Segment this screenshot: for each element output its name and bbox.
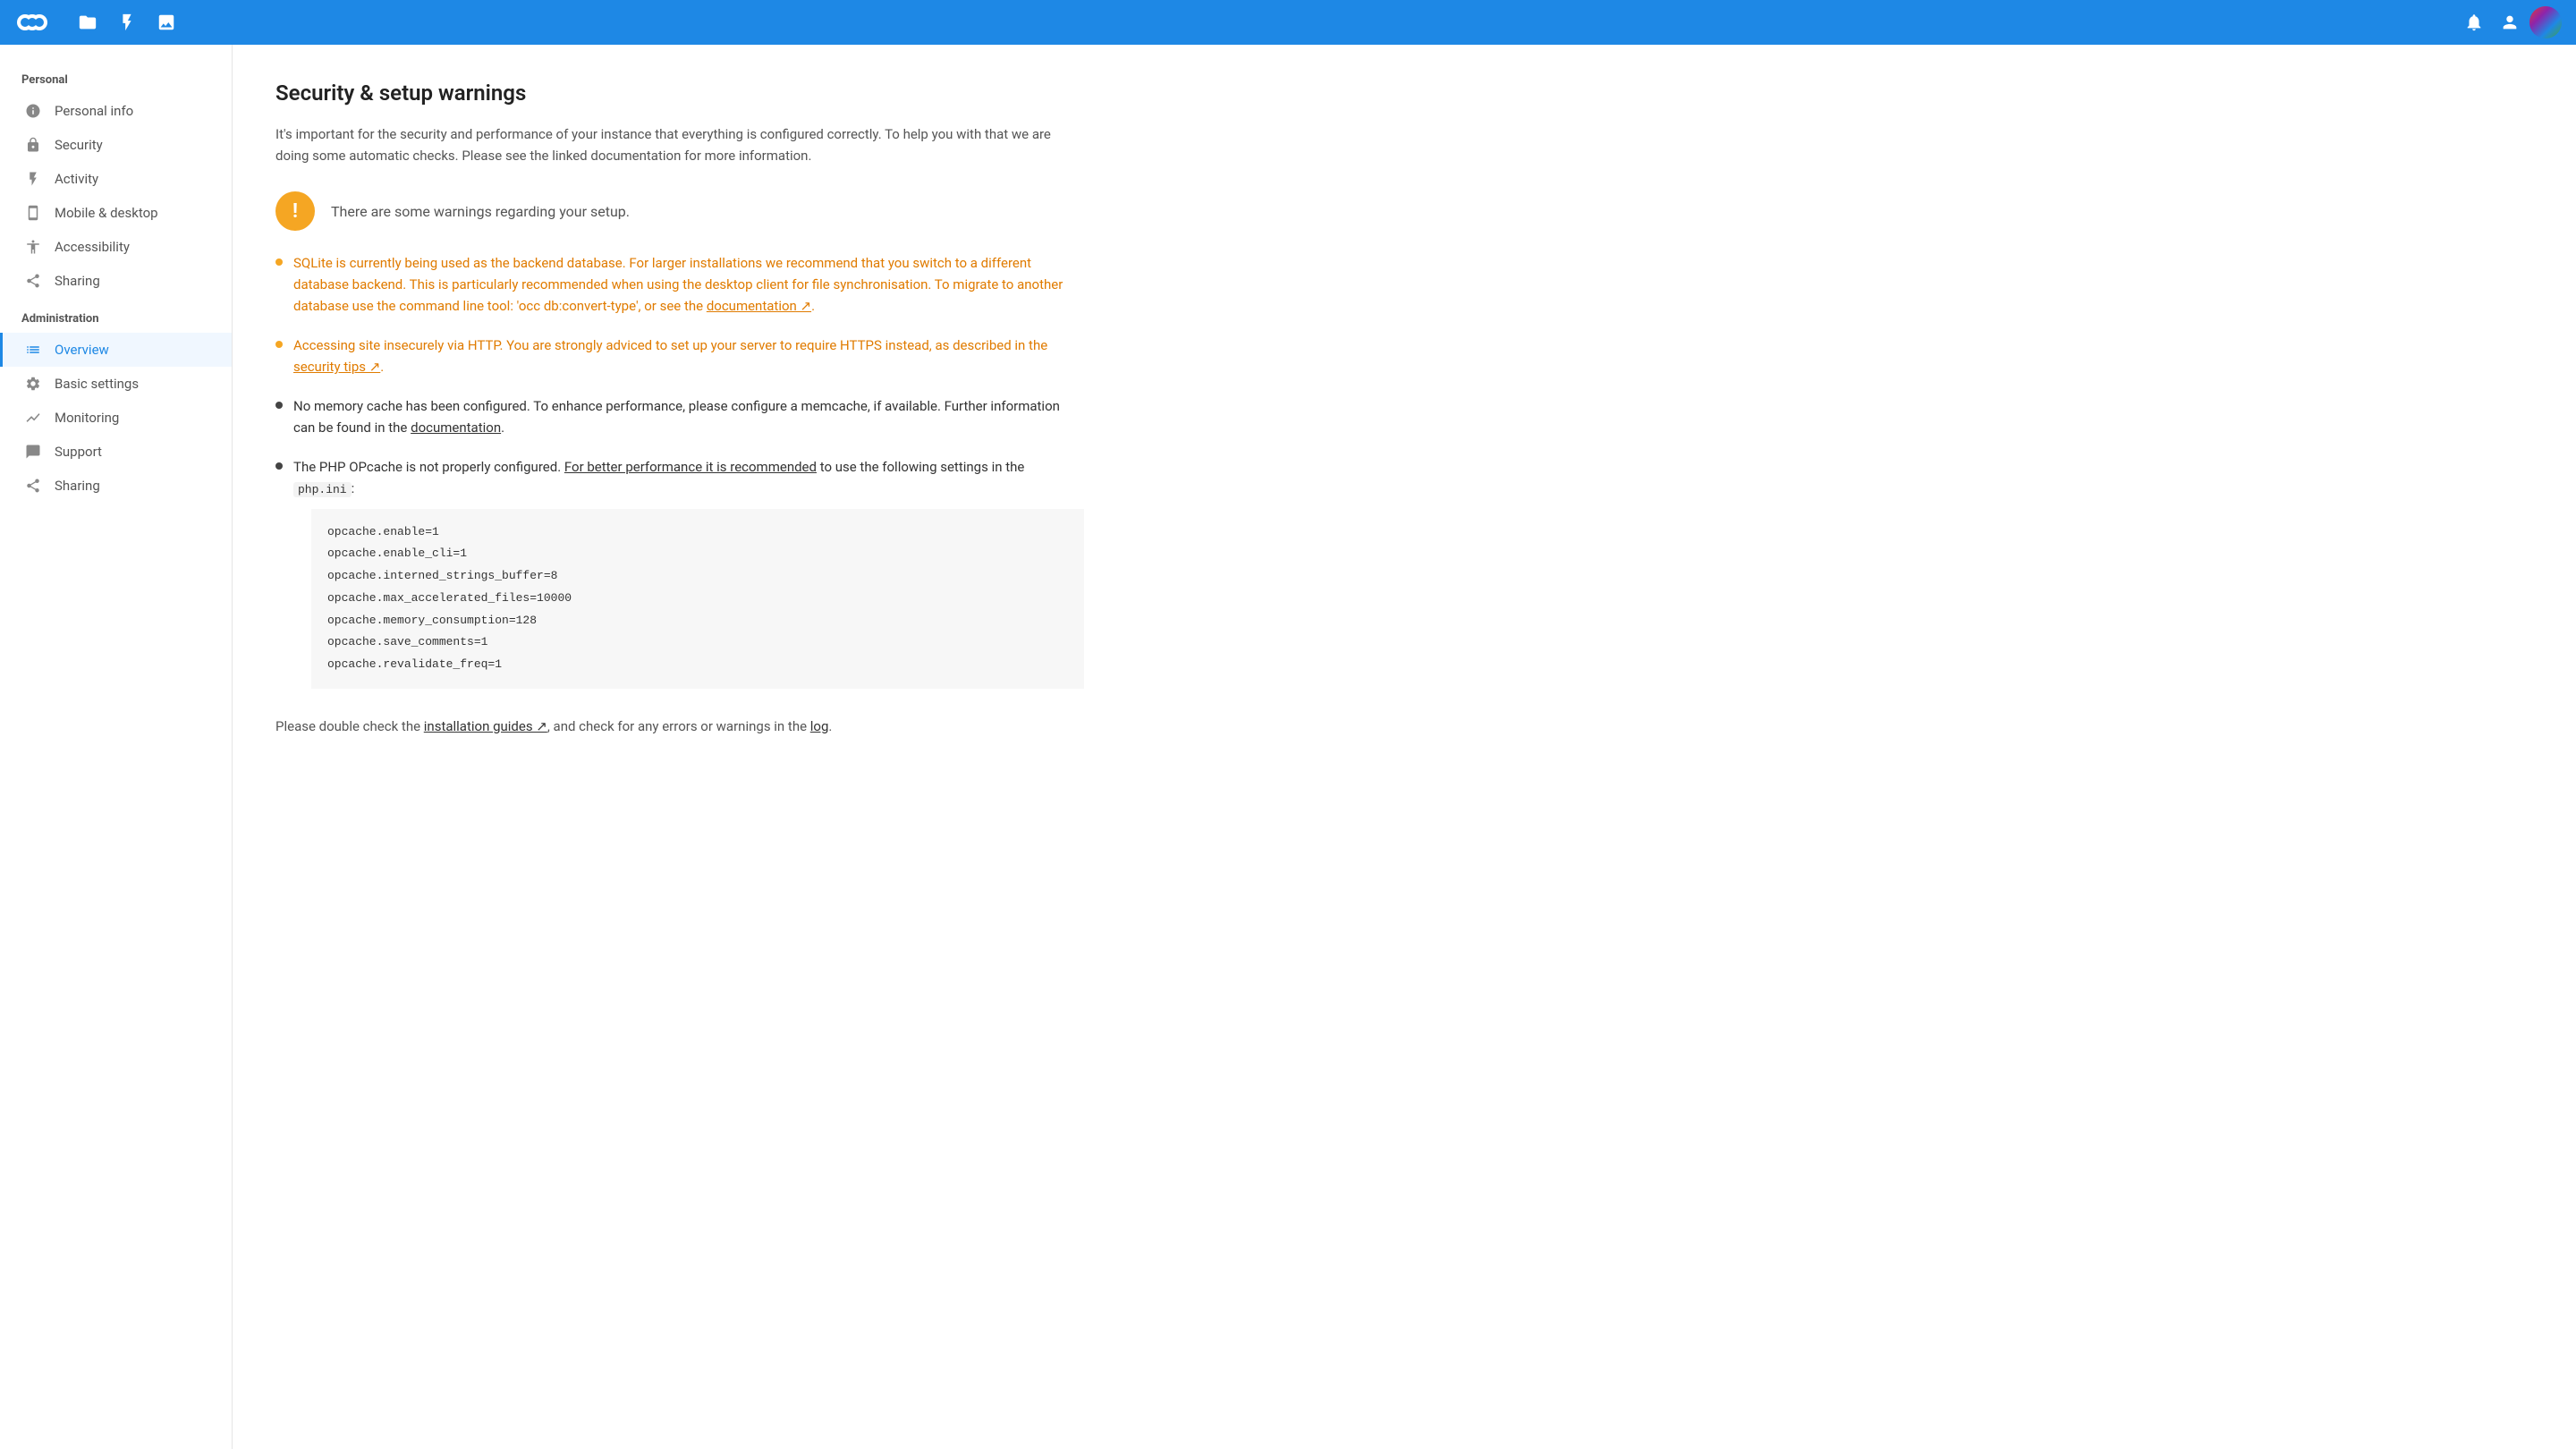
footer-text: Please double check the installation gui… bbox=[275, 716, 1084, 737]
sidebar-item-sharing-personal[interactable]: Sharing bbox=[0, 264, 232, 298]
warning-banner: ! There are some warnings regarding your… bbox=[275, 191, 1084, 231]
sidebar-item-activity[interactable]: Activity bbox=[0, 162, 232, 196]
sidebar-item-label: Accessibility bbox=[55, 239, 130, 255]
warning-icon: ! bbox=[275, 191, 315, 231]
activity-icon bbox=[24, 171, 42, 187]
overview-icon bbox=[24, 342, 42, 358]
notifications-icon[interactable] bbox=[2458, 6, 2490, 38]
photos-icon[interactable] bbox=[150, 6, 182, 38]
warning-text-sqlite: SQLite is currently being used as the ba… bbox=[293, 252, 1084, 317]
code-php-ini: php.ini bbox=[293, 482, 352, 497]
sidebar-item-label: Monitoring bbox=[55, 410, 119, 426]
warning-text-opcache: The PHP OPcache is not properly configur… bbox=[293, 456, 1084, 698]
sidebar-item-basic-settings[interactable]: Basic settings bbox=[0, 367, 232, 401]
sidebar-item-label: Activity bbox=[55, 171, 98, 187]
sidebar-personal-label: Personal bbox=[0, 59, 232, 94]
support-icon bbox=[24, 444, 42, 460]
files-icon[interactable] bbox=[72, 6, 104, 38]
warning-item-http: Accessing site insecurely via HTTP. You … bbox=[275, 335, 1084, 377]
bullet-icon bbox=[275, 462, 283, 470]
sharing-admin-icon bbox=[24, 478, 42, 494]
warning-item-memcache: No memory cache has been configured. To … bbox=[275, 395, 1084, 438]
sidebar-item-mobile-desktop[interactable]: Mobile & desktop bbox=[0, 196, 232, 230]
info-icon bbox=[24, 103, 42, 119]
sqlite-docs-link[interactable]: documentation ↗ bbox=[707, 298, 811, 314]
sharing-icon bbox=[24, 273, 42, 289]
install-guides-link[interactable]: installation guides ↗ bbox=[424, 718, 547, 734]
bullet-icon bbox=[275, 402, 283, 409]
top-navigation bbox=[0, 0, 2576, 45]
bullet-icon bbox=[275, 258, 283, 266]
warnings-list: SQLite is currently being used as the ba… bbox=[275, 252, 1084, 698]
contacts-icon[interactable] bbox=[2494, 6, 2526, 38]
memcache-docs-link[interactable]: documentation bbox=[411, 419, 501, 436]
sidebar-item-monitoring[interactable]: Monitoring bbox=[0, 401, 232, 435]
avatar[interactable] bbox=[2529, 6, 2562, 38]
sidebar-item-label: Mobile & desktop bbox=[55, 205, 158, 221]
sidebar-item-support[interactable]: Support bbox=[0, 435, 232, 469]
sidebar-item-label: Basic settings bbox=[55, 376, 139, 392]
lock-icon bbox=[24, 137, 42, 153]
warning-text-http: Accessing site insecurely via HTTP. You … bbox=[293, 335, 1084, 377]
security-tips-link[interactable]: security tips ↗ bbox=[293, 359, 380, 375]
sidebar-item-label: Sharing bbox=[55, 273, 100, 289]
accessibility-icon bbox=[24, 239, 42, 255]
warning-banner-text: There are some warnings regarding your s… bbox=[331, 203, 630, 220]
activity-nav-icon[interactable] bbox=[111, 6, 143, 38]
bullet-icon bbox=[275, 341, 283, 348]
sidebar-item-label: Security bbox=[55, 137, 103, 153]
sidebar-item-label: Support bbox=[55, 444, 102, 460]
app-logo[interactable] bbox=[14, 4, 50, 40]
sidebar-item-personal-info[interactable]: Personal info bbox=[0, 94, 232, 128]
main-content: Security & setup warnings It's important… bbox=[233, 45, 1127, 1449]
opcache-code-block: opcache.enable=1 opcache.enable_cli=1 op… bbox=[311, 509, 1084, 689]
log-link[interactable]: log bbox=[810, 718, 829, 734]
sidebar-item-sharing-admin[interactable]: Sharing bbox=[0, 469, 232, 503]
layout: Personal Personal info Security Activity… bbox=[0, 45, 2576, 1449]
sidebar-item-label: Overview bbox=[55, 342, 109, 358]
warning-item-sqlite: SQLite is currently being used as the ba… bbox=[275, 252, 1084, 317]
sidebar-item-label: Personal info bbox=[55, 103, 133, 119]
opcache-link[interactable]: For better performance it is recommended bbox=[564, 459, 817, 475]
sidebar-item-accessibility[interactable]: Accessibility bbox=[0, 230, 232, 264]
sidebar-item-security[interactable]: Security bbox=[0, 128, 232, 162]
warning-text-memcache: No memory cache has been configured. To … bbox=[293, 395, 1084, 438]
monitoring-icon bbox=[24, 410, 42, 426]
intro-text: It's important for the security and perf… bbox=[275, 123, 1084, 166]
page-title: Security & setup warnings bbox=[275, 80, 1084, 106]
nav-app-icons bbox=[72, 6, 182, 38]
sidebar-item-label: Sharing bbox=[55, 478, 100, 494]
sidebar: Personal Personal info Security Activity… bbox=[0, 45, 233, 1449]
sidebar-item-overview[interactable]: Overview bbox=[0, 333, 232, 367]
mobile-icon bbox=[24, 205, 42, 221]
sidebar-admin-label: Administration bbox=[0, 298, 232, 333]
settings-icon bbox=[24, 376, 42, 392]
warning-item-opcache: The PHP OPcache is not properly configur… bbox=[275, 456, 1084, 698]
topnav-right bbox=[2458, 6, 2562, 38]
